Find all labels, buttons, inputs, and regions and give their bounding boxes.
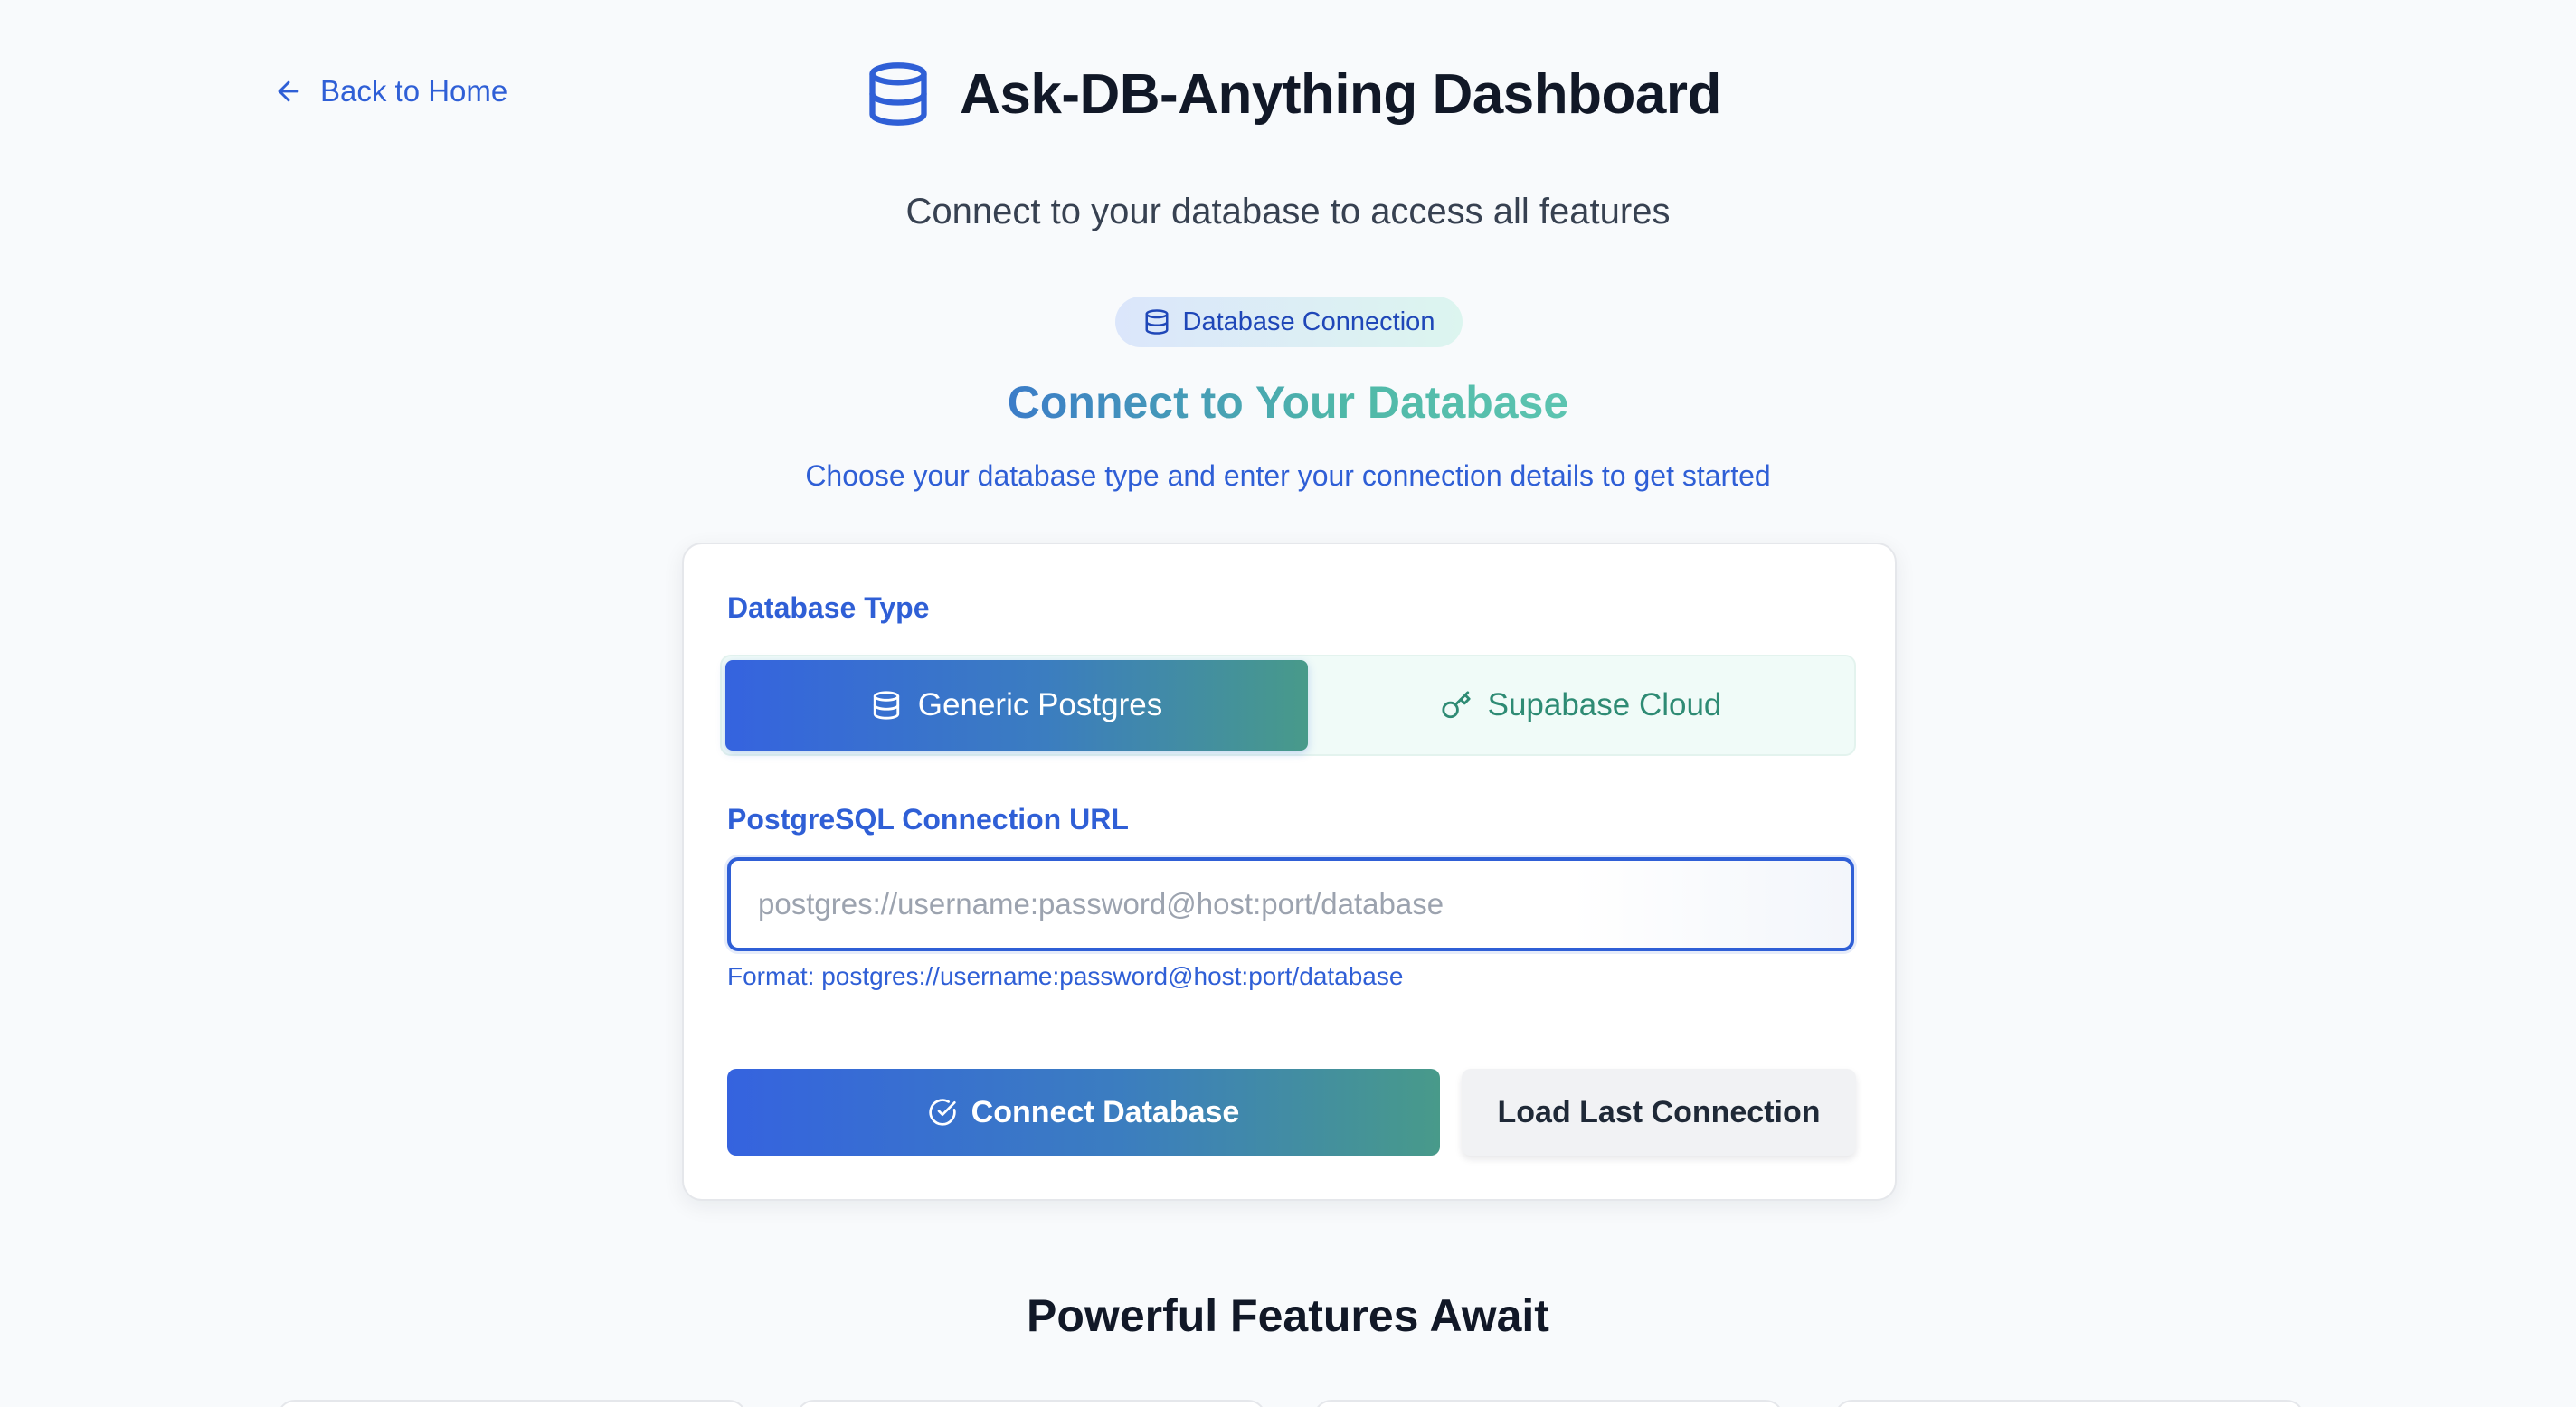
page-title: Ask-DB-Anything Dashboard [960,62,1721,126]
header-title-row: Ask-DB-Anything Dashboard [0,60,2576,128]
feature-card [277,1400,747,1407]
connection-form-card: Database Type Generic Postgres Supabase … [682,543,1897,1201]
features-section-title: Powerful Features Await [1027,1290,1549,1341]
database-connection-badge: Database Connection [1115,297,1463,347]
connect-button-label: Connect Database [971,1094,1240,1129]
database-type-label: Database Type [727,591,930,624]
database-icon [1145,309,1169,335]
connection-url-label: PostgreSQL Connection URL [727,803,1129,836]
connect-database-button[interactable]: Connect Database [727,1069,1440,1156]
load-last-connection-button[interactable]: Load Last Connection [1462,1069,1856,1156]
database-icon [873,691,899,720]
connect-section-title: Connect to Your Database [0,376,2576,429]
url-format-hint: Format: postgres://username:password@hos… [727,962,1404,990]
page-subtitle: Connect to your database to access all f… [905,192,1671,231]
dashboard-page: Back to Home Ask-DB-Anything Dashboard C… [0,0,2576,1407]
feature-card [1313,1400,1784,1407]
db-type-supabase-cloud[interactable]: Supabase Cloud [1310,660,1852,751]
connect-section-title-text: Connect to Your Database [1007,377,1569,428]
database-icon [864,60,933,128]
badge-label: Database Connection [1182,307,1435,336]
db-type-label: Generic Postgres [917,687,1163,722]
check-circle-icon [929,1099,956,1126]
connection-url-input[interactable] [727,857,1854,951]
feature-card [796,1400,1266,1407]
database-type-selector: Generic Postgres Supabase Cloud [720,655,1856,756]
db-type-label: Supabase Cloud [1487,687,1722,722]
connect-section-description: Choose your database type and enter your… [805,459,1771,492]
key-icon [1442,691,1471,719]
db-type-generic-postgres[interactable]: Generic Postgres [725,660,1308,751]
feature-card [1834,1400,2305,1407]
